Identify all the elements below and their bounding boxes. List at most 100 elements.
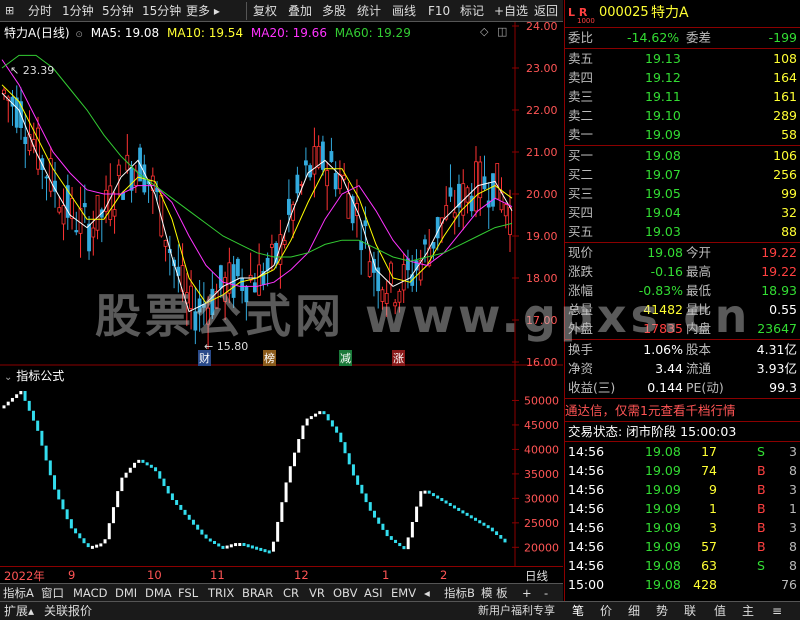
toolbar-add-watchlist[interactable]: +自选	[494, 3, 528, 19]
indicator-bar	[356, 475, 360, 485]
settings-icon[interactable]: ⊙	[75, 30, 83, 40]
indicator-bar	[263, 549, 267, 553]
candle-body	[240, 278, 245, 291]
toolbar-multi-stock[interactable]: 多股	[322, 3, 346, 19]
bid-row[interactable]: 买二 19.07 256	[565, 166, 800, 184]
ask-row[interactable]: 卖四 19.12 164	[565, 69, 800, 87]
menu-icon[interactable]: ≡	[772, 603, 782, 619]
tab-dma[interactable]: DMA	[145, 585, 172, 601]
tab-trend[interactable]: 势	[656, 603, 668, 619]
indicator-bar	[351, 464, 355, 476]
tab-template[interactable]: 模 板	[481, 585, 508, 601]
tab-obv[interactable]: OBV	[333, 585, 357, 601]
indicator-bar	[305, 418, 309, 426]
candle-body	[206, 307, 211, 325]
tab-cr[interactable]: CR	[283, 585, 299, 601]
tab-ticks[interactable]: 笔	[572, 603, 584, 619]
y-tick-label: 20000	[524, 541, 559, 554]
bid-row[interactable]: 买五 19.03 88	[565, 223, 800, 241]
ask-label: 卖一	[568, 127, 594, 142]
tab-indicator-b[interactable]: 指标B	[444, 585, 475, 601]
tab-asi[interactable]: ASI	[364, 585, 383, 601]
indicator-bar	[149, 464, 153, 468]
tab-emv[interactable]: EMV	[391, 585, 416, 601]
toolbar-mark[interactable]: 标记	[460, 3, 484, 19]
tab-fsl[interactable]: FSL	[178, 585, 198, 601]
toolbar-intraday[interactable]: 分时	[28, 3, 52, 19]
tab-dmi[interactable]: DMI	[115, 585, 137, 601]
tab-zoom-out[interactable]: -	[544, 585, 548, 601]
event-financial[interactable]: 财	[198, 350, 211, 366]
fundamental-row: 净资 3.44 流通 3.93亿	[568, 361, 797, 376]
tab-main[interactable]: 主	[742, 603, 754, 619]
y-tick-label: 24.00	[526, 22, 558, 33]
toolbar-back[interactable]: 返回	[534, 3, 558, 19]
tab-indicator-a[interactable]: 指标A	[3, 585, 34, 601]
event-ranking[interactable]: 榜	[263, 350, 276, 366]
candle-body	[129, 167, 134, 191]
related-quotes-button[interactable]: 关联报价	[44, 603, 92, 619]
indicator-bar	[436, 495, 440, 499]
candle-body	[116, 164, 121, 177]
tab-price[interactable]: 价	[600, 603, 612, 619]
bid-row[interactable]: 买四 19.04 32	[565, 204, 800, 222]
tab-trix[interactable]: TRIX	[208, 585, 234, 601]
stat-row: 总量 41482 量比 0.55	[568, 302, 797, 317]
toolbar-more[interactable]: 更多 ▸	[186, 3, 220, 19]
indicator-bar	[314, 413, 318, 417]
tab-zoom-in[interactable]: +	[522, 585, 532, 601]
indicator-bar	[234, 543, 238, 547]
tab-brar[interactable]: BRAR	[242, 585, 273, 601]
main-kline-chart[interactable]: 24.00 23.00 22.00 21.00 20.00 19.00 18.00 17.00…	[0, 22, 563, 366]
tab-value[interactable]: 值	[714, 603, 726, 619]
tab-macd[interactable]: MACD	[73, 585, 107, 601]
indicator-bar	[221, 545, 225, 549]
tab-link[interactable]: 联	[684, 603, 696, 619]
collapse-panel-icon[interactable]: ◫	[497, 25, 507, 38]
bid-price: 19.04	[645, 205, 681, 220]
indicator-chart[interactable]: 50000 45000 40000 35000 30000 25000 20000 ⌄ 指标…	[0, 366, 563, 566]
indicator-bar	[124, 472, 128, 478]
diamond-icon[interactable]: ◇	[480, 25, 488, 38]
toolbar-5min[interactable]: 5分钟	[102, 3, 134, 19]
bid-volume: 106	[773, 148, 797, 163]
event-rise[interactable]: 涨	[392, 350, 405, 366]
y-tick-label: 45000	[524, 419, 559, 432]
promo-banner[interactable]: 通达信，仅需1元查看千档行情	[565, 402, 800, 420]
ask-row[interactable]: 卖二 19.10 289	[565, 107, 800, 125]
dropdown-icon[interactable]: ⌄	[4, 372, 12, 383]
tab-vr[interactable]: VR	[309, 585, 325, 601]
ask-row[interactable]: 卖三 19.11 161	[565, 88, 800, 106]
indicator-bar	[419, 491, 423, 507]
tab-scroll-left[interactable]: ◂	[424, 585, 430, 601]
candle-body	[321, 141, 325, 170]
new-user-promo[interactable]: 新用户福利专享	[478, 603, 555, 619]
indicator-bar	[217, 543, 221, 547]
toolbar-restore-rights[interactable]: 复权	[253, 3, 277, 19]
indicator-bar	[175, 500, 179, 505]
indicator-bar	[381, 523, 385, 530]
indicator-bar	[469, 515, 473, 519]
bid-row[interactable]: 买一 19.08 106	[565, 147, 800, 165]
toolbar-f10[interactable]: F10	[428, 3, 450, 19]
toolbar-15min[interactable]: 15分钟	[142, 3, 181, 19]
collapse-icon[interactable]: ⊞	[5, 3, 14, 19]
ask-row[interactable]: 卖一 19.09 58	[565, 126, 800, 144]
ask-row[interactable]: 卖五 19.13 108	[565, 50, 800, 68]
ma-line-ma10	[1, 84, 513, 304]
bid-price: 19.08	[645, 148, 681, 163]
expand-button[interactable]: 扩展▴	[4, 603, 34, 619]
toolbar-1min[interactable]: 1分钟	[62, 3, 94, 19]
tab-detail[interactable]: 细	[628, 603, 640, 619]
candle-body	[82, 203, 87, 208]
toolbar-draw-line[interactable]: 画线	[392, 3, 416, 19]
indicator-bar	[444, 500, 448, 504]
toolbar-statistics[interactable]: 统计	[357, 3, 381, 19]
event-reduce[interactable]: 减	[339, 350, 352, 366]
bid-row[interactable]: 买三 19.05 99	[565, 185, 800, 203]
period-label[interactable]: 日线	[525, 568, 548, 584]
indicator-bar	[360, 484, 364, 494]
tab-window[interactable]: 窗口	[41, 585, 64, 601]
indicator-bar	[259, 547, 263, 551]
toolbar-overlay[interactable]: 叠加	[288, 3, 312, 19]
